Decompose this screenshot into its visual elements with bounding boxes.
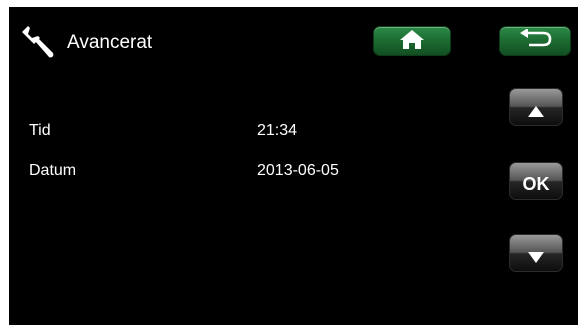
row-label-tid: Tid — [29, 122, 51, 139]
row-label-datum: Datum — [29, 162, 77, 179]
wrench-icon — [18, 22, 58, 62]
row-value-datum[interactable]: 2013-06-05 — [257, 161, 339, 181]
page-title: Avancerat — [67, 32, 153, 53]
back-arrow-icon — [517, 27, 553, 54]
triangle-down-icon — [528, 251, 544, 263]
triangle-up-icon — [528, 105, 544, 117]
row-value-tid[interactable]: 21:34 — [257, 121, 297, 141]
scroll-up-button[interactable] — [509, 88, 563, 126]
home-button[interactable] — [373, 26, 451, 56]
home-icon — [398, 28, 426, 55]
ok-label: OK — [522, 173, 550, 194]
back-button[interactable] — [499, 26, 571, 56]
screen: Avancerat Tid 21:34 Datum 2013-06-05 OK — [9, 7, 578, 325]
ok-button[interactable]: OK — [509, 162, 563, 200]
scroll-down-button[interactable] — [509, 234, 563, 272]
